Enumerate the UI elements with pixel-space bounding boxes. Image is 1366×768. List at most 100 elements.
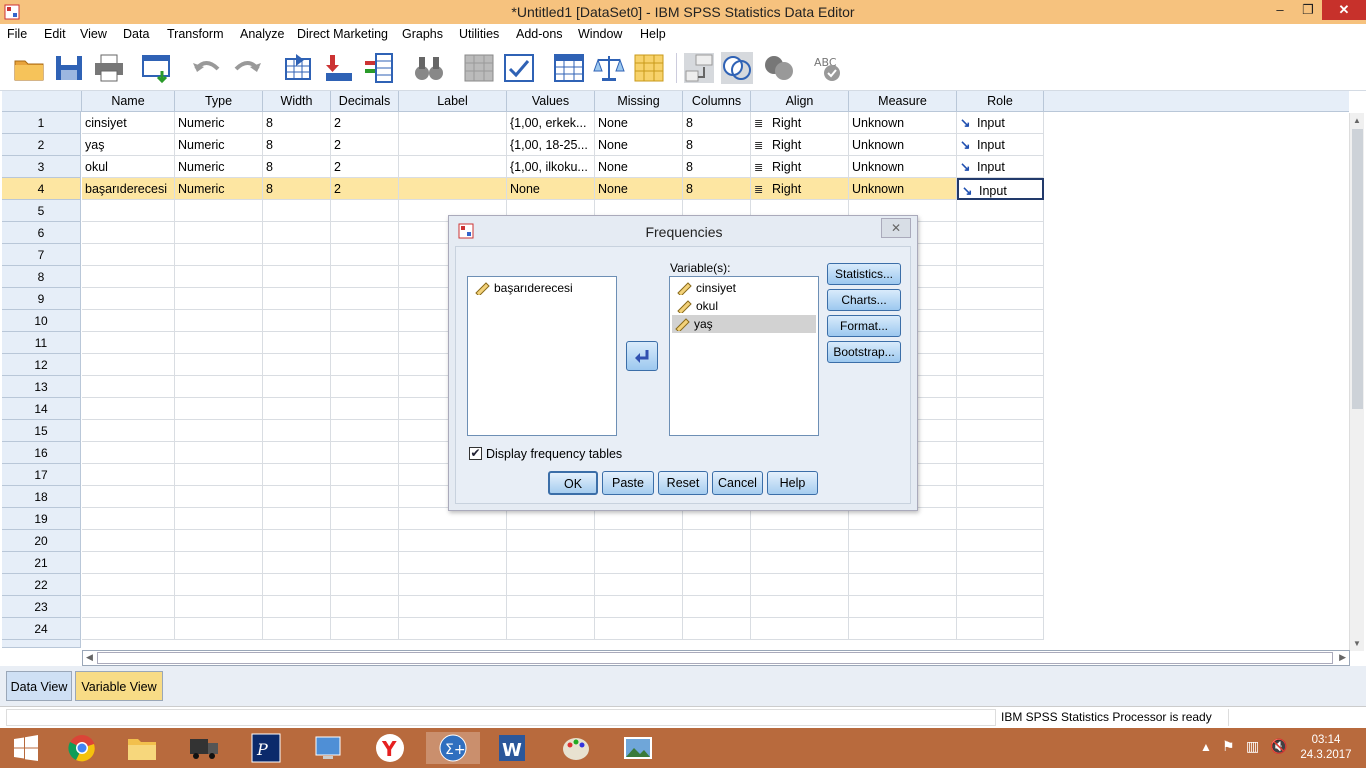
row-header[interactable]: 22 bbox=[2, 574, 81, 596]
empty-cell[interactable] bbox=[683, 552, 751, 574]
empty-cell[interactable] bbox=[595, 574, 683, 596]
empty-cell[interactable] bbox=[175, 486, 263, 508]
empty-cell[interactable] bbox=[263, 200, 331, 222]
empty-cell[interactable] bbox=[331, 596, 399, 618]
scroll-right-icon[interactable]: ▶ bbox=[1339, 652, 1346, 663]
spss-icon[interactable]: Σ+ bbox=[426, 732, 480, 764]
cell-missing[interactable]: None bbox=[595, 178, 683, 200]
empty-cell[interactable] bbox=[399, 508, 507, 530]
ok-button[interactable]: OK bbox=[548, 471, 598, 495]
cell-role[interactable]: ↘ Input bbox=[957, 134, 1044, 156]
cell-measure[interactable]: Unknown bbox=[849, 112, 957, 134]
close-button[interactable]: ✕ bbox=[1322, 0, 1366, 20]
empty-cell[interactable] bbox=[957, 486, 1044, 508]
empty-cell[interactable] bbox=[331, 464, 399, 486]
empty-cell[interactable] bbox=[683, 574, 751, 596]
empty-cell[interactable] bbox=[331, 508, 399, 530]
cell-decimals[interactable]: 2 bbox=[331, 134, 399, 156]
empty-cell[interactable] bbox=[957, 222, 1044, 244]
empty-cell[interactable] bbox=[82, 420, 175, 442]
empty-cell[interactable] bbox=[331, 398, 399, 420]
empty-cell[interactable] bbox=[263, 222, 331, 244]
empty-cell[interactable] bbox=[82, 464, 175, 486]
empty-cell[interactable] bbox=[263, 530, 331, 552]
action-center-flag-icon[interactable]: ⚑ bbox=[1222, 738, 1235, 755]
empty-cell[interactable] bbox=[507, 530, 595, 552]
empty-cell[interactable] bbox=[399, 574, 507, 596]
empty-cell[interactable] bbox=[175, 244, 263, 266]
empty-cell[interactable] bbox=[957, 442, 1044, 464]
empty-cell[interactable] bbox=[399, 618, 507, 640]
row-header[interactable]: 17 bbox=[2, 464, 81, 486]
empty-cell[interactable] bbox=[175, 332, 263, 354]
menu-direct-marketing[interactable]: Direct Marketing bbox=[297, 27, 388, 41]
empty-cell[interactable] bbox=[331, 244, 399, 266]
word-icon[interactable]: W bbox=[490, 732, 534, 764]
empty-cell[interactable] bbox=[751, 618, 849, 640]
empty-cell[interactable] bbox=[175, 200, 263, 222]
empty-cell[interactable] bbox=[331, 486, 399, 508]
cell-role[interactable]: ↘ Input bbox=[957, 112, 1044, 134]
empty-cell[interactable] bbox=[175, 376, 263, 398]
restore-button[interactable]: ❐ bbox=[1294, 0, 1322, 20]
goto-case-icon[interactable] bbox=[282, 51, 316, 85]
empty-cell[interactable] bbox=[957, 464, 1044, 486]
column-header-align[interactable]: Align bbox=[751, 91, 849, 112]
empty-cell[interactable] bbox=[507, 596, 595, 618]
empty-cell[interactable] bbox=[263, 332, 331, 354]
paint-icon[interactable] bbox=[554, 732, 598, 764]
vertical-scroll-thumb[interactable] bbox=[1352, 129, 1363, 409]
cell-values[interactable]: {1,00, erkek... bbox=[507, 112, 595, 134]
horizontal-scrollbar[interactable]: ◀ ▶ bbox=[82, 650, 1350, 666]
empty-cell[interactable] bbox=[82, 574, 175, 596]
empty-cell[interactable] bbox=[263, 442, 331, 464]
cell-label[interactable] bbox=[399, 134, 507, 156]
empty-cell[interactable] bbox=[595, 530, 683, 552]
empty-cell[interactable] bbox=[683, 530, 751, 552]
empty-cell[interactable] bbox=[331, 618, 399, 640]
empty-cell[interactable] bbox=[957, 552, 1044, 574]
row-header[interactable]: 21 bbox=[2, 552, 81, 574]
empty-cell[interactable] bbox=[175, 596, 263, 618]
row-header[interactable]: 20 bbox=[2, 530, 81, 552]
column-header-measure[interactable]: Measure bbox=[849, 91, 957, 112]
photos-icon[interactable] bbox=[616, 732, 660, 764]
empty-cell[interactable] bbox=[331, 442, 399, 464]
row-header[interactable]: 16 bbox=[2, 442, 81, 464]
empty-cell[interactable] bbox=[175, 530, 263, 552]
column-header-label[interactable]: Label bbox=[399, 91, 507, 112]
empty-cell[interactable] bbox=[507, 552, 595, 574]
empty-cell[interactable] bbox=[331, 552, 399, 574]
empty-cell[interactable] bbox=[82, 486, 175, 508]
menu-analyze[interactable]: Analyze bbox=[240, 27, 284, 41]
cell-name[interactable]: yaş bbox=[82, 134, 175, 156]
empty-cell[interactable] bbox=[957, 530, 1044, 552]
empty-cell[interactable] bbox=[263, 508, 331, 530]
display-frequency-tables-checkbox[interactable]: ✔ bbox=[469, 447, 482, 460]
bootstrap-button[interactable]: Bootstrap... bbox=[827, 341, 901, 363]
empty-cell[interactable] bbox=[331, 574, 399, 596]
empty-cell[interactable] bbox=[175, 310, 263, 332]
empty-cell[interactable] bbox=[331, 222, 399, 244]
empty-cell[interactable] bbox=[263, 420, 331, 442]
empty-cell[interactable] bbox=[82, 266, 175, 288]
redo-icon[interactable] bbox=[230, 51, 264, 85]
empty-cell[interactable] bbox=[82, 508, 175, 530]
cell-width[interactable]: 8 bbox=[263, 112, 331, 134]
empty-cell[interactable] bbox=[507, 574, 595, 596]
empty-cell[interactable] bbox=[263, 552, 331, 574]
row-header[interactable]: 11 bbox=[2, 332, 81, 354]
cell-type[interactable]: Numeric bbox=[175, 178, 263, 200]
insert-variable-icon[interactable] bbox=[502, 51, 536, 85]
truck-game-icon[interactable] bbox=[182, 732, 226, 764]
empty-cell[interactable] bbox=[82, 530, 175, 552]
undo-icon[interactable] bbox=[190, 51, 224, 85]
cell-align[interactable]: ≣ Right bbox=[751, 112, 849, 134]
empty-cell[interactable] bbox=[849, 552, 957, 574]
empty-cell[interactable] bbox=[957, 398, 1044, 420]
cell-name[interactable]: cinsiyet bbox=[82, 112, 175, 134]
save-icon[interactable] bbox=[52, 51, 86, 85]
menu-data[interactable]: Data bbox=[123, 27, 149, 41]
menu-file[interactable]: File bbox=[7, 27, 27, 41]
select-cases-icon[interactable] bbox=[632, 51, 666, 85]
